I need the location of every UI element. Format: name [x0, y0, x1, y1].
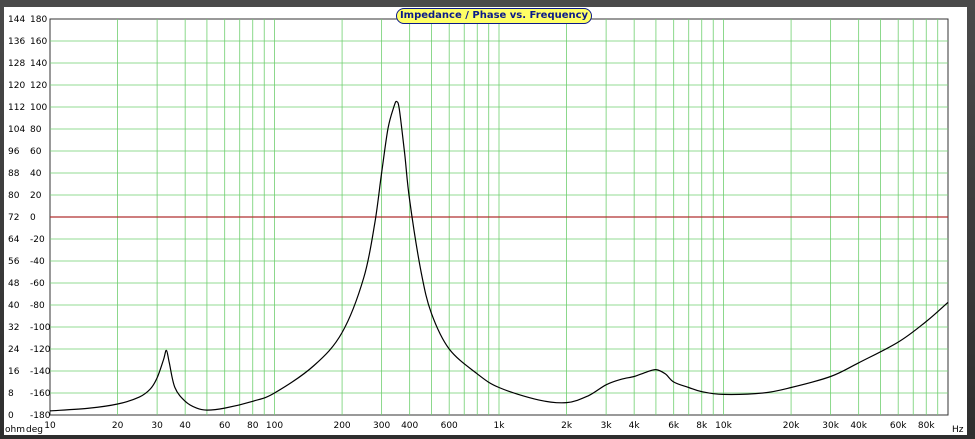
- y-tick-deg: -100: [30, 323, 51, 333]
- y-tick-ohm: 128: [8, 59, 25, 69]
- y-tick-ohm: 120: [8, 81, 25, 91]
- y-tick-ohm: 16: [8, 367, 20, 377]
- y-tick-deg: -20: [30, 235, 45, 245]
- x-tick-label: 60k: [890, 421, 907, 431]
- y-tick-ohm: 80: [8, 191, 20, 201]
- y-tick-deg: 100: [30, 103, 47, 113]
- x-tick-label: 40: [179, 421, 191, 431]
- y-tick-ohm: 96: [8, 147, 20, 157]
- y-tick-ohm: 112: [8, 103, 25, 113]
- y-tick-ohm: 0: [8, 411, 14, 421]
- x-tick-label: 2k: [561, 421, 573, 431]
- y-tick-deg: 40: [30, 169, 42, 179]
- window-frame: 144 136 128 120 112 104 96 88 80 72 64 56 48 40 32 24 16…: [0, 0, 975, 439]
- x-tick-label: 100: [266, 421, 283, 431]
- x-tick-label: 20k: [783, 421, 800, 431]
- y-tick-ohm: 88: [8, 169, 20, 179]
- x-tick-label: 3k: [601, 421, 613, 431]
- chart-panel: 144 136 128 120 112 104 96 88 80 72 64 56 48 40 32 24 16…: [4, 7, 967, 435]
- y-tick-deg: 0: [30, 213, 36, 223]
- x-tick-label: 400: [401, 421, 418, 431]
- y-tick-deg: -40: [30, 257, 45, 267]
- x-tick-label: 60: [219, 421, 231, 431]
- x-tick-label: 40k: [850, 421, 867, 431]
- x-tick-label: 200: [333, 421, 350, 431]
- y-tick-deg: 160: [30, 37, 47, 47]
- x-tick-label: 10k: [715, 421, 732, 431]
- y-tick-deg: 80: [30, 125, 42, 135]
- y-tick-ohm: 8: [8, 389, 14, 399]
- x-tick-label: 6k: [668, 421, 680, 431]
- y-tick-ohm: 104: [8, 125, 25, 135]
- x-tick-label: 80k: [918, 421, 935, 431]
- hz-unit-label: Hz: [952, 425, 964, 435]
- y-tick-deg: -160: [30, 389, 51, 399]
- y-tick-deg: 60: [30, 147, 42, 157]
- y-tick-ohm: 136: [8, 37, 25, 47]
- x-tick-label: 300: [373, 421, 390, 431]
- y-tick-deg: 140: [30, 59, 47, 69]
- x-axis-ticks: 10 20 30 40 60 80 100 200 300 400 600 1k 2k 3k 4k 6k 8k 1…: [44, 421, 935, 431]
- x-tick-label: 30k: [822, 421, 839, 431]
- y-tick-deg: 180: [30, 15, 47, 25]
- x-tick-label: 4k: [629, 421, 641, 431]
- impedance-phase-chart: 1441361281201121049688807264564840322416…: [5, 15, 964, 435]
- x-tick-label: 600: [441, 421, 458, 431]
- deg-unit-label: deg: [26, 425, 43, 435]
- y-tick-ohm: 40: [8, 301, 20, 311]
- y-tick-deg: -80: [30, 301, 45, 311]
- y-tick-deg: -180: [30, 411, 51, 421]
- y-axis-ohm-ticks: 1441361281201121049688807264564840322416…: [8, 15, 25, 421]
- y-tick-ohm: 144: [8, 15, 25, 25]
- y-tick-deg: 120: [30, 81, 47, 91]
- y-tick-deg: -140: [30, 367, 51, 377]
- x-tick-label: 80: [247, 421, 259, 431]
- ohm-unit-label: ohm: [5, 425, 25, 435]
- y-tick-deg: 20: [30, 191, 42, 201]
- x-tick-label: 30: [151, 421, 163, 431]
- y-axis-deg-ticks: 180 160 140 120 100 80 60 40 20 0 -20 -40 -60 -80 -100…: [30, 15, 51, 421]
- y-tick-deg: -60: [30, 279, 45, 289]
- x-tick-label: 1k: [494, 421, 506, 431]
- x-tick-label: 20: [112, 421, 124, 431]
- x-tick-label: 10: [44, 421, 56, 431]
- y-tick-ohm: 24: [8, 345, 20, 355]
- chart-title: Impedance / Phase vs. Frequency: [396, 8, 592, 24]
- y-tick-ohm: 32: [8, 323, 19, 333]
- y-tick-ohm: 56: [8, 257, 20, 267]
- y-tick-ohm: 48: [8, 279, 20, 289]
- x-tick-label: 8k: [696, 421, 708, 431]
- y-tick-deg: -120: [30, 345, 51, 355]
- y-tick-ohm: 64: [8, 235, 20, 245]
- y-tick-ohm: 72: [8, 213, 19, 223]
